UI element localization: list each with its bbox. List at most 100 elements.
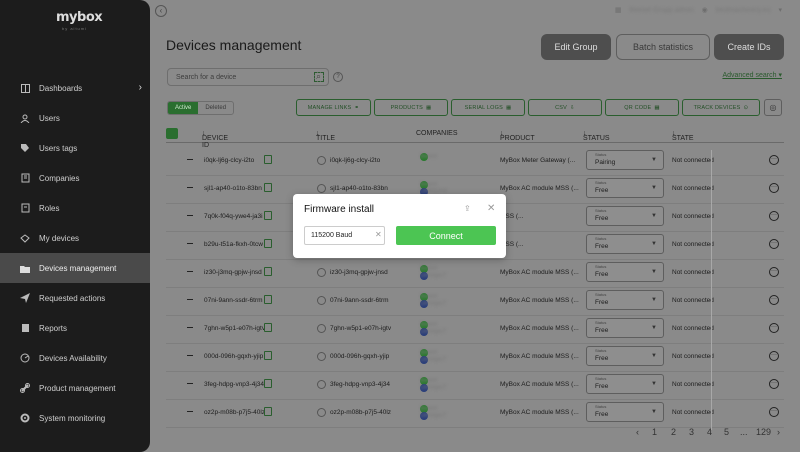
copy-icon[interactable] — [264, 183, 272, 192]
sidebar-item-product-management[interactable]: Product management — [0, 373, 150, 403]
row-select[interactable] — [187, 411, 193, 412]
sidebar-item-my-devices[interactable]: My devices — [0, 223, 150, 253]
filter-deleted[interactable]: Deleted — [198, 102, 233, 114]
more-options-icon[interactable]: ··· — [769, 407, 779, 417]
create-ids-button[interactable]: Create IDs — [714, 34, 784, 60]
close-icon[interactable]: ✕ — [487, 203, 495, 214]
status-select[interactable]: Status Free ▼ — [586, 346, 664, 366]
page-5[interactable]: 5 — [724, 427, 729, 437]
status-select[interactable]: Status Free ▼ — [586, 402, 664, 422]
serial-logs-button[interactable]: SERIAL LOGS ▦ — [451, 99, 525, 116]
scan-icon[interactable] — [314, 72, 324, 82]
col-device-id[interactable]: DEVICE ID ↓ — [202, 130, 228, 149]
hide-columns-icon[interactable]: ◎ — [764, 99, 782, 116]
status-select[interactable]: Status Pairing ▼ — [586, 150, 664, 170]
batch-statistics-button[interactable]: Batch statistics — [616, 34, 710, 60]
more-options-icon[interactable]: ··· — [769, 379, 779, 389]
table-row[interactable]: oz2p-m08b-p7j5-40lz oz2p-m08b-p7j5-40lz B… — [166, 400, 784, 428]
col-product[interactable]: PRODUCT ↓ — [500, 130, 535, 142]
more-options-icon[interactable]: ··· — [769, 155, 779, 165]
sidebar-item-devices-management[interactable]: Devices management — [0, 253, 150, 283]
sidebar-item-system-monitoring[interactable]: System monitoring — [0, 403, 150, 433]
status-select[interactable]: Status Free ▼ — [586, 262, 664, 282]
row-select[interactable] — [187, 215, 193, 216]
copy-icon[interactable] — [264, 351, 272, 360]
row-select[interactable] — [187, 355, 193, 356]
help-icon[interactable]: ? — [333, 72, 343, 82]
more-options-icon[interactable]: ··· — [769, 351, 779, 361]
status-select[interactable]: Status Free ▼ — [586, 178, 664, 198]
row-select[interactable] — [187, 299, 193, 300]
row-select[interactable] — [187, 383, 193, 384]
filter-active[interactable]: Active — [168, 102, 199, 114]
device-id[interactable]: i0qk-lj6g-clcy-i2to — [204, 157, 254, 164]
sidebar-item-users-tags[interactable]: Users tags — [0, 133, 150, 163]
status-select[interactable]: Status Free ▼ — [586, 206, 664, 226]
copy-icon[interactable] — [264, 155, 272, 164]
sidebar-item-users[interactable]: Users — [0, 103, 150, 133]
col-title[interactable]: TITLE ↓ — [316, 130, 335, 142]
sidebar-item-reports[interactable]: Reports — [0, 313, 150, 343]
more-options-icon[interactable]: ··· — [769, 323, 779, 333]
row-select[interactable] — [187, 159, 193, 160]
edit-group-button[interactable]: Edit Group — [541, 34, 611, 60]
more-options-icon[interactable]: ··· — [769, 239, 779, 249]
pagination-prev[interactable]: ‹ — [636, 427, 639, 437]
products-button[interactable]: PRODUCTS ▦ — [374, 99, 448, 116]
sidebar-item-devices-availability[interactable]: Devices Availability — [0, 343, 150, 373]
row-select[interactable] — [187, 271, 193, 272]
chevron-down-icon[interactable]: ▾ — [778, 6, 782, 14]
advanced-search-link[interactable]: Advanced search ▾ — [722, 71, 782, 79]
device-id[interactable]: 000d-096h-gqxh-yjip — [204, 353, 263, 360]
back-button[interactable]: ‹ — [155, 5, 167, 17]
sidebar-item-requested-actions[interactable]: Requested actions — [0, 283, 150, 313]
page-2[interactable]: 2 — [671, 427, 676, 437]
track-devices-button[interactable]: TRACK DEVICES ⊙ — [682, 99, 760, 116]
csv-button[interactable]: CSV ⇩ — [528, 99, 602, 116]
more-options-icon[interactable]: ··· — [769, 295, 779, 305]
device-id[interactable]: 3feg-hdpg-vnp3-4j34 — [204, 381, 264, 388]
copy-icon[interactable] — [264, 379, 272, 388]
table-row[interactable]: 000d-096h-gqxh-yjip 000d-096h-gqxh-yjip B… — [166, 344, 784, 372]
sidebar-item-roles[interactable]: Roles — [0, 193, 150, 223]
page-4[interactable]: 4 — [707, 427, 712, 437]
device-id[interactable]: iz30-j3mq-gpjw-jnsd — [204, 269, 262, 276]
page-last[interactable]: 129 — [756, 427, 771, 437]
table-row[interactable]: 3feg-hdpg-vnp3-4j34 3feg-hdpg-vnp3-4j34 B… — [166, 372, 784, 400]
status-select[interactable]: Status Free ▼ — [586, 290, 664, 310]
col-state[interactable]: STATE ↓ — [672, 130, 694, 142]
status-select[interactable]: Status Free ▼ — [586, 374, 664, 394]
table-row[interactable]: iz30-j3mq-gpjw-jnsd iz30-j3mq-gpjw-jnsd B… — [166, 260, 784, 288]
copy-icon[interactable] — [264, 295, 272, 304]
device-id[interactable]: 7ghn-w5p1-e07h-igtv — [204, 325, 265, 332]
connect-button[interactable]: Connect — [396, 226, 496, 245]
page-3[interactable]: 3 — [689, 427, 694, 437]
baud-rate-select[interactable]: 115200 Baud ✕ — [304, 226, 385, 245]
more-options-icon[interactable]: ··· — [769, 183, 779, 193]
status-select[interactable]: Status Free ▼ — [586, 234, 664, 254]
table-row[interactable]: i0qk-lj6g-clcy-i2to i0qk-lj6g-clcy-i2to B… — [166, 148, 784, 176]
table-row[interactable]: 7ghn-w5p1-e07h-igtv 7ghn-w5p1-e07h-igtv B… — [166, 316, 784, 344]
more-options-icon[interactable]: ··· — [769, 211, 779, 221]
app-logo[interactable]: mybox — [56, 10, 103, 25]
user-avatar-icon[interactable]: ◉ — [702, 6, 708, 14]
copy-icon[interactable] — [264, 267, 272, 276]
table-row[interactable]: 07ni-9ann-ssdr-6trm 07ni-9ann-ssdr-6trm B… — [166, 288, 784, 316]
status-select[interactable]: Status Free ▼ — [586, 318, 664, 338]
more-options-icon[interactable]: ··· — [769, 267, 779, 277]
upload-icon[interactable]: ⇪ — [464, 204, 474, 214]
page-1[interactable]: 1 — [652, 427, 657, 437]
row-select[interactable] — [187, 243, 193, 244]
pagination-next[interactable]: › — [777, 427, 780, 437]
company-name[interactable]: Beeset Grupp admin — [629, 7, 693, 14]
device-id[interactable]: 7q0k-f04q-ywe4-ja3i — [204, 213, 263, 220]
select-all-checkbox[interactable] — [166, 128, 178, 139]
device-id[interactable]: oz2p-m08b-p7j5-40lz — [204, 409, 265, 416]
clear-icon[interactable]: ✕ — [375, 230, 382, 239]
copy-icon[interactable] — [264, 407, 272, 416]
manage-links-button[interactable]: MANAGE LINKS ⚭ — [296, 99, 371, 116]
copy-icon[interactable] — [264, 323, 272, 332]
device-id[interactable]: sjl1-ap40-o1to-83bn — [204, 185, 262, 192]
user-name[interactable]: bestmachinery.eu — [716, 7, 771, 14]
row-select[interactable] — [187, 327, 193, 328]
